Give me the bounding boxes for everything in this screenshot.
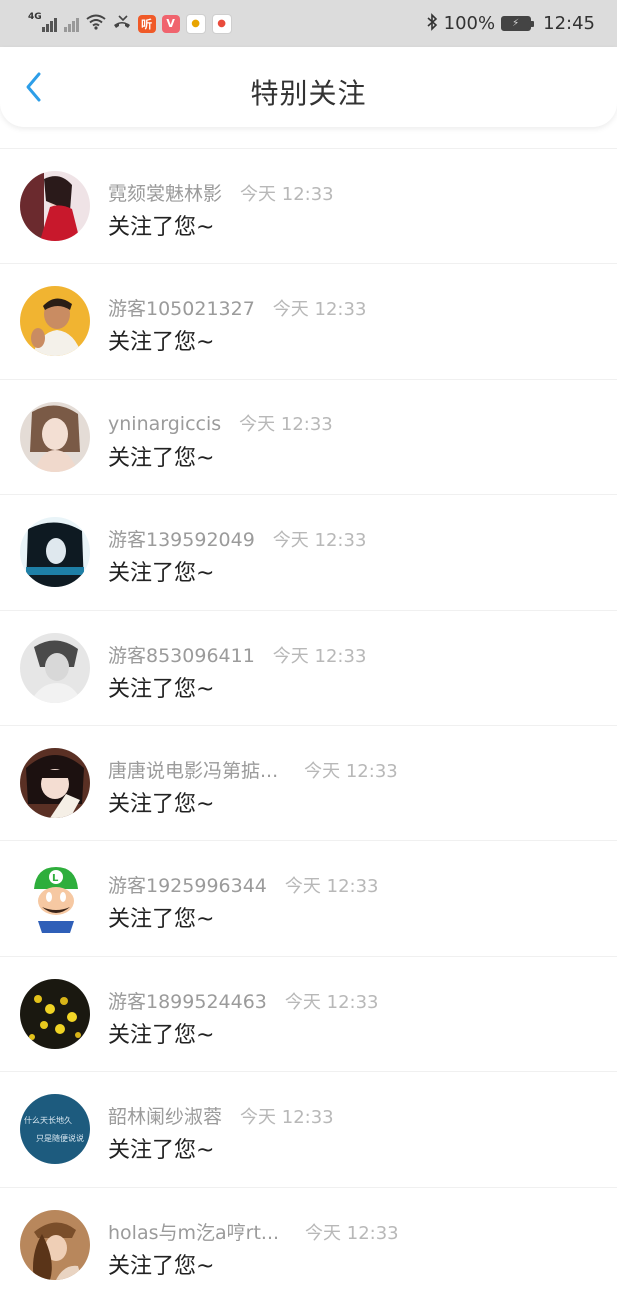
- avatar[interactable]: [20, 171, 90, 241]
- missed-call-icon: [112, 14, 132, 34]
- action-text: 关注了您~: [108, 1022, 215, 1048]
- follow-notification-list: 霓颏裳魅林影 今天 12:33 关注了您~ 游客105021327 今天 12:…: [0, 148, 617, 1302]
- action-text: 关注了您~: [108, 907, 215, 933]
- status-bar: 4G 听 V ● ● 100% ⚡ 12:45: [0, 0, 617, 47]
- status-bar-left: 4G 听 V ● ●: [28, 11, 238, 34]
- list-item[interactable]: 霓颏裳魅林影 今天 12:33 关注了您~: [0, 148, 617, 263]
- list-item[interactable]: 游客105021327 今天 12:33 关注了您~: [0, 263, 617, 378]
- svg-text:L: L: [52, 873, 59, 884]
- bluetooth-icon: [426, 12, 438, 35]
- avatar-text-line2: 只是随便说说: [36, 1133, 84, 1143]
- timestamp: 今天 12:33: [272, 530, 367, 552]
- action-text: 关注了您~: [108, 791, 215, 817]
- avatar[interactable]: [20, 517, 90, 588]
- user-name[interactable]: 韶林阑纱淑蓉: [108, 1102, 222, 1129]
- user-name[interactable]: 游客853096411: [108, 641, 255, 668]
- action-text: 关注了您~: [108, 1138, 215, 1164]
- user-name[interactable]: 游客1899524463: [108, 987, 267, 1014]
- action-text: 关注了您~: [108, 445, 215, 471]
- timestamp: 今天 12:33: [239, 413, 333, 435]
- timestamp: 今天 12:33: [272, 645, 367, 667]
- user-name[interactable]: 霓颏裳魅林影: [108, 179, 222, 206]
- timestamp: 今天 12:33: [305, 1222, 399, 1244]
- action-text: 关注了您~: [108, 676, 215, 702]
- location-app-icon: ●: [211, 13, 232, 34]
- timestamp: 今天 12:33: [240, 184, 334, 205]
- action-text: 关注了您~: [108, 561, 215, 587]
- v-app-icon: V: [161, 14, 180, 33]
- timestamp: 今天 12:33: [272, 299, 367, 321]
- battery-icon: ⚡: [501, 16, 535, 31]
- user-name[interactable]: 游客105021327: [108, 294, 255, 321]
- item-header: holas与m汔a哼rt... 今天 12:33: [108, 1218, 399, 1245]
- battery-percent: 100%: [443, 13, 496, 34]
- item-header: 霓颏裳魅林影 今天 12:33: [108, 179, 334, 206]
- header: 特别关注: [0, 47, 617, 127]
- list-item[interactable]: holas与m汔a哼rt... 今天 12:33 关注了您~: [0, 1186, 617, 1302]
- avatar[interactable]: 什么天长地久 只是随便说说: [20, 1094, 90, 1165]
- ting-app-icon: 听: [137, 14, 156, 33]
- item-header: 游客105021327 今天 12:33: [108, 294, 366, 321]
- avatar[interactable]: [20, 401, 90, 472]
- avatar[interactable]: [20, 1209, 90, 1280]
- user-name[interactable]: 游客139592049: [108, 525, 255, 552]
- list-item[interactable]: 游客139592049 今天 12:33 关注了您~: [0, 494, 617, 609]
- avatar-text-line1: 什么天长地久: [24, 1115, 72, 1125]
- list-item[interactable]: yninargiccis 今天 12:33 关注了您~: [0, 378, 617, 494]
- status-time: 12:45: [543, 13, 595, 34]
- list-item[interactable]: 什么天长地久 只是随便说说 韶林阑纱淑蓉 今天 12:33 关注了您~: [0, 1071, 617, 1186]
- avatar[interactable]: [20, 747, 90, 818]
- item-header: 游客1925996344 今天 12:33: [108, 871, 379, 898]
- chat-app-icon: ●: [185, 13, 206, 34]
- list-item[interactable]: 游客1899524463 今天 12:33 关注了您~: [0, 955, 617, 1071]
- item-header: 唐唐说电影冯第掂... 今天 12:33: [108, 756, 398, 783]
- status-bar-right: 100% ⚡ 12:45: [420, 12, 595, 35]
- action-text: 关注了您~: [108, 330, 215, 356]
- list-item[interactable]: 游客853096411 今天 12:33 关注了您~: [0, 609, 617, 725]
- timestamp: 今天 12:33: [240, 1107, 334, 1129]
- list-item[interactable]: L 游客1925996344 今天 12:33 关注了您~: [0, 840, 617, 955]
- avatar[interactable]: [20, 286, 90, 357]
- timestamp: 今天 12:33: [284, 876, 379, 898]
- page-title: 特别关注: [250, 77, 367, 110]
- action-text: 关注了您~: [108, 215, 215, 240]
- user-name[interactable]: yninargiccis: [108, 413, 221, 435]
- avatar[interactable]: [20, 632, 90, 703]
- signal-secondary-icon: [63, 16, 80, 32]
- wifi-icon: [86, 14, 106, 34]
- avatar[interactable]: L: [20, 863, 90, 934]
- network-label: 4G: [28, 11, 42, 22]
- signal-icon: [41, 16, 58, 32]
- user-name[interactable]: 唐唐说电影冯第掂...: [108, 756, 278, 783]
- item-header: 游客139592049 今天 12:33: [108, 525, 366, 552]
- timestamp: 今天 12:33: [304, 760, 398, 782]
- item-header: 游客853096411 今天 12:33: [108, 641, 366, 668]
- item-header: 韶林阑纱淑蓉 今天 12:33: [108, 1102, 334, 1129]
- avatar[interactable]: [20, 978, 90, 1049]
- list-item[interactable]: 唐唐说电影冯第掂... 今天 12:33 关注了您~: [0, 724, 617, 840]
- user-name[interactable]: holas与m汔a哼rt...: [108, 1218, 279, 1245]
- user-name[interactable]: 游客1925996344: [108, 871, 267, 898]
- item-header: yninargiccis 今天 12:33: [108, 410, 333, 436]
- timestamp: 今天 12:33: [284, 991, 379, 1013]
- item-header: 游客1899524463 今天 12:33: [108, 987, 379, 1014]
- action-text: 关注了您~: [108, 1253, 215, 1279]
